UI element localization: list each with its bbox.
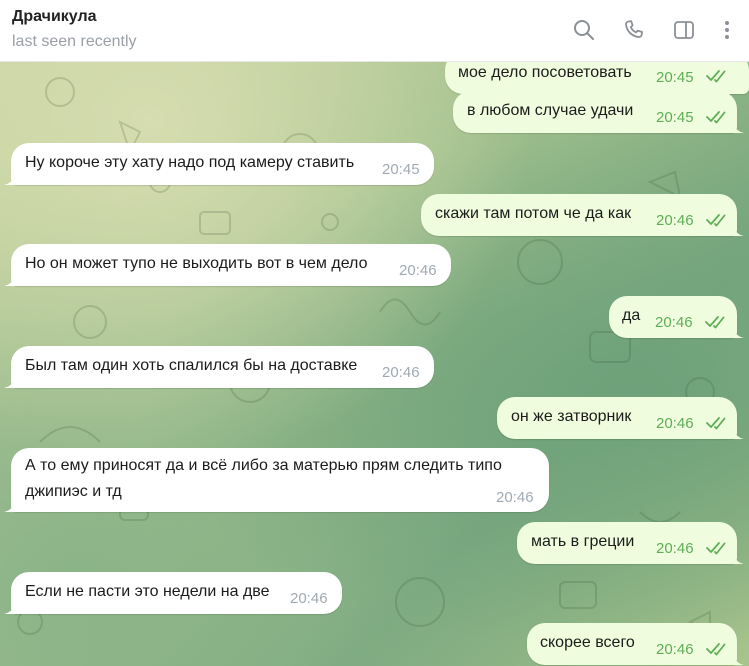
message-text-line2: джипиэс и тд [25,483,122,500]
message-time: 20:45 [656,109,694,126]
message-time: 20:45 [656,69,694,86]
message-outgoing[interactable]: скорее всего 20:46 [527,623,744,665]
double-check-icon [706,643,726,656]
message-outgoing[interactable]: да 20:46 [609,296,744,338]
message-text: в любом случае удачи [467,102,634,119]
message-time: 20:46 [656,212,694,229]
bubble-tail [732,222,744,236]
more-vertical-icon[interactable] [714,17,740,43]
message-time: 20:46 [656,540,694,557]
bubble-tail [732,324,744,338]
bubble-tail [4,600,16,614]
sidebar-toggle-icon[interactable] [671,17,697,43]
message-time: 20:46 [382,364,420,381]
message-time: 20:46 [399,262,437,279]
message-text: скорее всего [540,634,635,651]
message-time: 20:46 [290,590,328,607]
message-incoming[interactable]: Если не пасти это недели на две 20:46 [4,572,342,614]
message-time: 20:46 [496,489,534,506]
bubble-tail [732,550,744,564]
double-check-icon [705,316,725,329]
message-text: он же затворник [511,408,632,425]
phone-icon[interactable] [621,17,647,43]
message-time: 20:45 [382,161,420,178]
message-time: 20:46 [656,415,694,432]
double-check-icon [706,417,726,430]
chat-header: Драчикула last seen recently [0,0,749,62]
message-outgoing[interactable]: скажи там потом че да как 20:46 [421,194,744,236]
message-incoming[interactable]: Ну короче эту хату надо под камеру стави… [4,143,434,185]
message-incoming[interactable]: А то ему приносят да и всё либо за матер… [4,448,549,512]
double-check-icon [706,542,726,555]
bubble-tail [4,171,16,185]
contact-status: last seen recently [12,33,137,50]
bubble-tail [4,374,16,388]
message-text: Но он может тупо не выходить вот в чем д… [25,255,368,272]
message-time: 20:46 [655,314,693,331]
double-check-icon [706,214,726,227]
message-time: 20:46 [656,641,694,658]
message-outgoing[interactable]: он же затворник 20:46 [497,397,744,439]
bubble-tail [4,272,16,286]
bubble-tail [4,498,16,512]
message-text: Был там один хоть спалился бы на доставк… [25,357,358,374]
message-text: Если не пасти это недели на две [25,583,270,600]
chat-window: Драчикула last seen recently мое дело по… [0,0,749,666]
message-outgoing[interactable]: мое дело посоветовать 20:45 [445,62,749,94]
bubble-tail [732,119,744,133]
bubble-tail [732,651,744,665]
message-text: да [622,307,641,324]
message-outgoing[interactable]: в любом случае удачи 20:45 [453,91,744,133]
message-incoming[interactable]: Был там один хоть спалился бы на доставк… [4,346,434,388]
message-text: мать в греции [531,533,635,550]
double-check-icon [706,70,726,83]
message-incoming[interactable]: Но он может тупо не выходить вот в чем д… [4,244,451,286]
bubble-tail [732,425,744,439]
message-text: Ну короче эту хату надо под камеру стави… [25,154,355,171]
search-icon[interactable] [571,17,597,43]
message-text-line1: А то ему приносят да и всё либо за матер… [25,457,502,474]
contact-name[interactable]: Драчикула [12,8,97,26]
message-text: мое дело посоветовать [458,64,632,81]
message-list[interactable]: мое дело посоветовать 20:45 в любом случ… [0,62,749,666]
message-outgoing[interactable]: мать в греции 20:46 [517,522,744,564]
message-text: скажи там потом че да как [435,205,632,222]
double-check-icon [706,111,726,124]
